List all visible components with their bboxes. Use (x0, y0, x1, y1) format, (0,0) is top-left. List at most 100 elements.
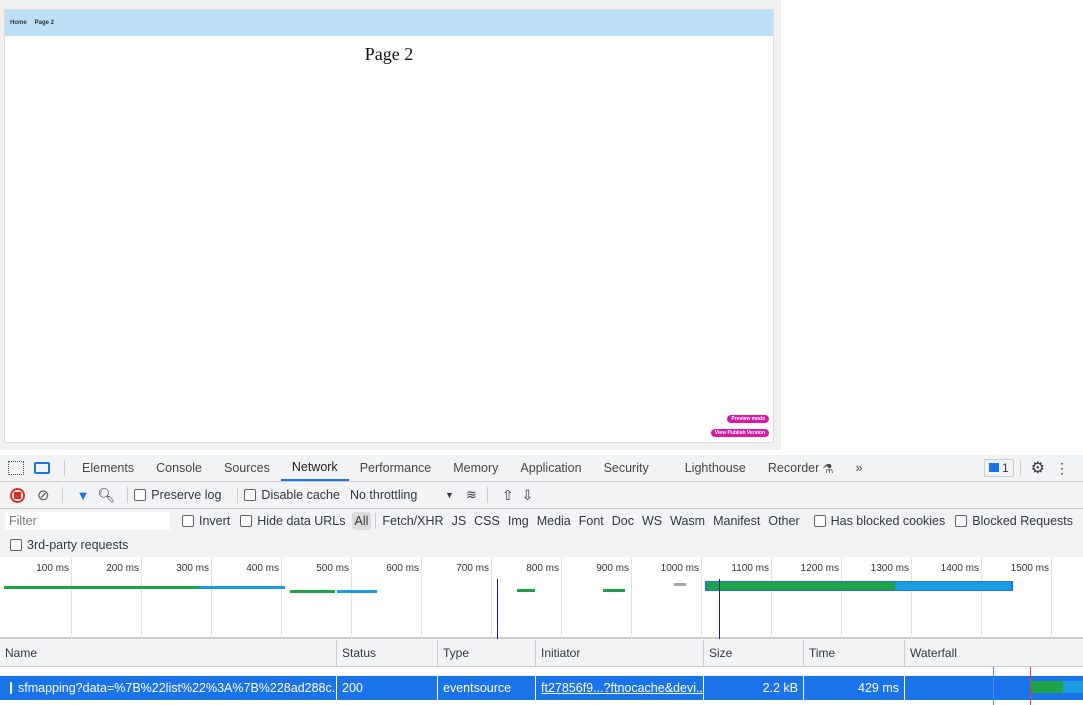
chevron-down-icon: ▼ (445, 490, 454, 500)
request-name: sfmapping?data=%7B%22list%22%3A%7B%228ad… (18, 681, 337, 695)
more-tabs-button[interactable]: » (845, 455, 874, 481)
timeline-tick: 1200 ms (772, 557, 842, 639)
search-icon[interactable]: 🔍︎ (97, 487, 115, 504)
timeline-tick: 400 ms (212, 557, 282, 639)
hide-data-urls-checkbox[interactable]: Hide data URLs (240, 514, 346, 528)
column-status[interactable]: Status (337, 640, 438, 666)
table-row[interactable] (0, 667, 1083, 676)
nav-page-2[interactable]: Page 2 (35, 20, 54, 26)
network-toolbar: ⊘ ▼ 🔍︎ Preserve log Disable cache No thr… (0, 482, 1083, 509)
device-toolbar-icon[interactable] (34, 462, 50, 474)
load-marker (719, 579, 720, 639)
type-doc[interactable]: Doc (612, 514, 634, 528)
timeline-tick: 200 ms (72, 557, 142, 639)
column-initiator[interactable]: Initiator (536, 640, 704, 666)
third-party-checkbox[interactable]: 3rd-party requests (10, 538, 128, 552)
request-size: 2.2 kB (704, 676, 804, 700)
timeline-tick-label: 700 ms (456, 563, 489, 574)
request-time: 429 ms (804, 676, 905, 700)
nav-home[interactable]: Home (10, 20, 27, 26)
third-party-row: 3rd-party requests (0, 533, 1083, 556)
request-bar (517, 589, 535, 592)
tab-memory[interactable]: Memory (442, 455, 509, 481)
has-blocked-cookies-checkbox[interactable]: Has blocked cookies (813, 514, 945, 528)
network-conditions-icon[interactable]: ≋ (466, 487, 477, 503)
issues-badge[interactable]: 1 (983, 459, 1014, 477)
timeline-tick: 1400 ms (912, 557, 982, 639)
timeline-tick: 1300 ms (842, 557, 912, 639)
document-icon (10, 682, 12, 694)
type-other[interactable]: Other (768, 514, 799, 528)
network-overview-timeline[interactable]: 100 ms 200 ms 300 ms 400 ms 500 ms 600 ms 700 … (0, 557, 1083, 639)
type-media[interactable]: Media (537, 514, 571, 528)
gear-icon[interactable]: ⚙ (1031, 458, 1045, 478)
timeline-tick-label: 400 ms (246, 563, 279, 574)
timeline-tick: 1100 ms (702, 557, 772, 639)
tab-elements[interactable]: Elements (71, 455, 145, 481)
type-fetch-xhr[interactable]: Fetch/XHR (382, 514, 443, 528)
selected-request-bar (705, 581, 1013, 591)
waterfall-dcl-line (993, 667, 994, 705)
timeline-tick: 600 ms (352, 557, 422, 639)
request-waterfall (905, 676, 1083, 700)
type-font[interactable]: Font (579, 514, 604, 528)
clear-icon[interactable]: ⊘ (37, 486, 50, 504)
column-waterfall[interactable]: Waterfall (905, 640, 1083, 666)
request-status: 200 (337, 676, 438, 700)
request-bar (603, 589, 625, 592)
request-bar (674, 583, 686, 586)
column-size[interactable]: Size (704, 640, 804, 666)
requests-table-body: sfmapping?data=%7B%22list%22%3A%7B%228ad… (0, 667, 1083, 705)
type-img[interactable]: Img (508, 514, 529, 528)
view-publish-button[interactable]: View Publish Version (710, 429, 769, 437)
request-type: eventsource (438, 676, 536, 700)
request-initiator-link[interactable]: ft27856f9...?ftnocache&devi... (536, 676, 704, 700)
tab-sources[interactable]: Sources (213, 455, 281, 481)
timeline-tick: 300 ms (142, 557, 212, 639)
filter-input[interactable] (5, 512, 170, 530)
dom-content-loaded-marker (497, 579, 498, 639)
column-time[interactable]: Time (804, 640, 905, 666)
request-bar (290, 590, 335, 593)
column-type[interactable]: Type (438, 640, 536, 666)
filter-icon[interactable]: ▼ (77, 488, 90, 503)
type-all[interactable]: All (351, 512, 372, 530)
table-row-selected[interactable]: sfmapping?data=%7B%22list%22%3A%7B%228ad… (0, 676, 1083, 700)
tab-lighthouse[interactable]: Lighthouse (674, 455, 757, 481)
more-menu-icon[interactable]: ⋮ (1055, 460, 1069, 477)
type-js[interactable]: JS (452, 514, 467, 528)
page-viewport: Home Page 2 Page 2 Preview mode View Pub… (0, 0, 781, 450)
import-har-icon[interactable]: ⇧ (502, 487, 514, 504)
timeline-tick-label: 1500 ms (1010, 563, 1049, 574)
request-bar (4, 586, 199, 589)
timeline-tick: 1000 ms (632, 557, 702, 639)
tab-security[interactable]: Security (593, 455, 660, 481)
blocked-requests-checkbox[interactable]: Blocked Requests (955, 514, 1073, 528)
invert-checkbox[interactable]: Invert (182, 514, 230, 528)
request-bar (199, 586, 285, 589)
disable-cache-checkbox[interactable]: Disable cache (244, 488, 340, 502)
tab-recorder[interactable]: Recorder ⚗ (757, 455, 845, 481)
column-name[interactable]: Name (0, 640, 337, 666)
timeline-tick-label: 100 ms (36, 563, 69, 574)
preserve-log-checkbox[interactable]: Preserve log (134, 488, 221, 502)
tab-application[interactable]: Application (509, 455, 592, 481)
export-har-icon[interactable]: ⇩ (522, 487, 534, 504)
throttling-select[interactable]: No throttling ▼ (350, 488, 454, 502)
preview-mode-button[interactable]: Preview mode (727, 415, 769, 423)
tab-network[interactable]: Network (280, 455, 349, 481)
record-stop-icon[interactable] (10, 487, 25, 503)
page-frame: Home Page 2 Page 2 Preview mode View Pub… (4, 9, 774, 443)
tab-console[interactable]: Console (145, 455, 213, 481)
flask-icon: ⚗ (822, 461, 834, 476)
waterfall-load-line (1030, 667, 1031, 705)
timeline-tick: 500 ms (282, 557, 352, 639)
type-css[interactable]: CSS (474, 514, 500, 528)
requests-table-header: Name Status Type Initiator Size Time Wat… (0, 640, 1083, 667)
type-ws[interactable]: WS (642, 514, 662, 528)
inspect-element-icon[interactable] (8, 461, 24, 475)
type-manifest[interactable]: Manifest (713, 514, 760, 528)
timeline-tick: 700 ms (422, 557, 492, 639)
tab-performance[interactable]: Performance (349, 455, 443, 481)
type-wasm[interactable]: Wasm (670, 514, 705, 528)
